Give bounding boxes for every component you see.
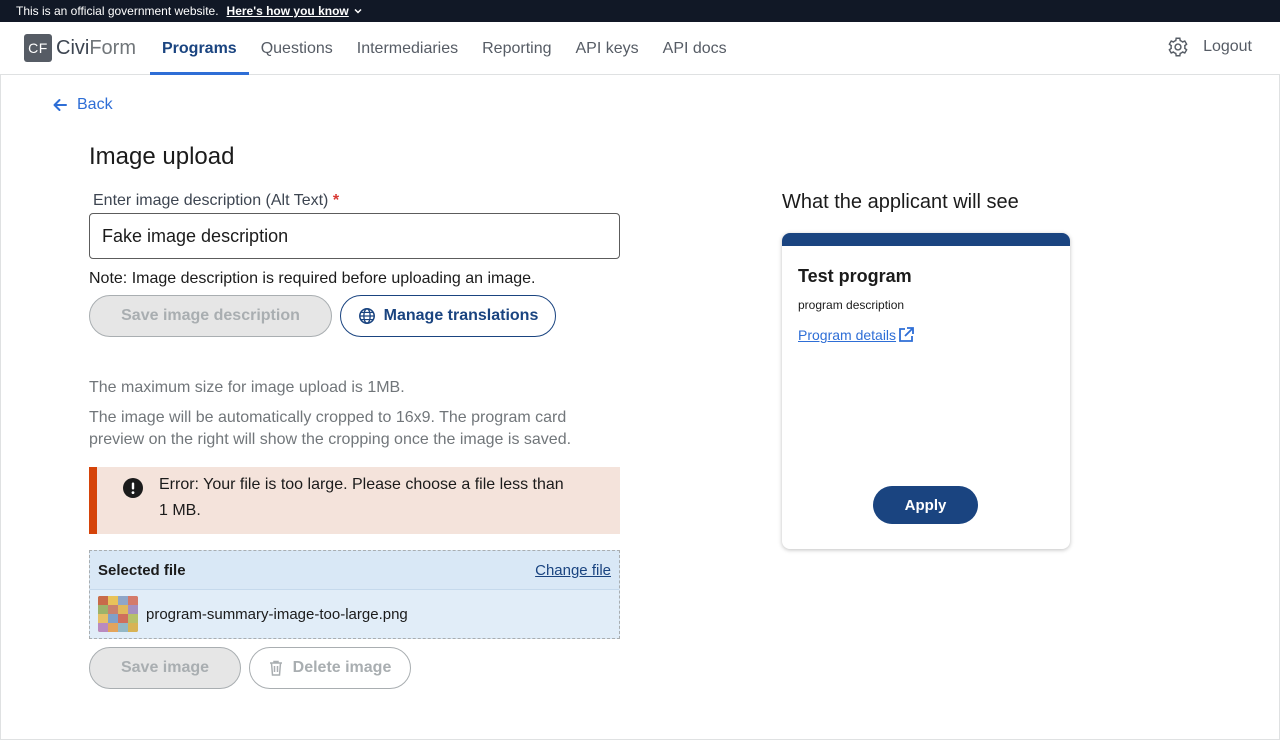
app-header: CF CiviForm Programs Questions Intermedi…: [0, 22, 1280, 75]
logo-form: Form: [89, 36, 137, 59]
logo-badge: CF: [24, 34, 52, 62]
nav-programs[interactable]: Programs: [150, 22, 249, 75]
globe-icon: [358, 308, 375, 324]
gov-banner-text: This is an official government website.: [16, 4, 219, 18]
file-box-header: Selected file Change file: [90, 551, 619, 590]
logout-link[interactable]: Logout: [1203, 38, 1252, 56]
save-image-button[interactable]: Save image: [89, 647, 241, 689]
back-label: Back: [77, 96, 113, 113]
apply-button[interactable]: Apply: [873, 486, 978, 524]
nav-api-keys[interactable]: API keys: [564, 22, 651, 75]
logo-civi: Civi: [56, 36, 90, 59]
nav-api-docs[interactable]: API docs: [651, 22, 739, 75]
nav-intermediaries[interactable]: Intermediaries: [345, 22, 470, 75]
program-details-link[interactable]: Program details: [798, 326, 915, 344]
selected-file-row: program-summary-image-too-large.png: [90, 590, 619, 638]
max-size-hint: The maximum size for image upload is 1MB…: [89, 379, 405, 396]
gov-banner: This is an official government website. …: [0, 0, 1280, 22]
file-thumbnail: [98, 596, 138, 632]
program-title: Test program: [798, 266, 912, 286]
page-title: Image upload: [89, 143, 235, 170]
program-details-label: Program details: [798, 327, 897, 343]
error-message: Error: Your file is too large. Please ch…: [159, 476, 564, 519]
delete-image-label: Delete image: [292, 659, 392, 676]
program-card-preview: Test program program description Program…: [782, 233, 1070, 549]
required-marker: *: [332, 192, 340, 209]
logo-text: CiviForm: [56, 37, 136, 60]
preview-heading: What the applicant will see: [782, 191, 1019, 213]
error-alert: Error: Your file is too large. Please ch…: [89, 467, 620, 534]
alt-text-label: Enter image description (Alt Text) *: [93, 192, 339, 210]
header-actions: Logout: [1167, 36, 1252, 58]
save-image-description-button[interactable]: Save image description: [89, 295, 332, 337]
main-nav: Programs Questions Intermediaries Report…: [150, 22, 739, 75]
change-file-link[interactable]: Change file: [535, 562, 611, 579]
trash-icon: [269, 660, 282, 676]
manage-translations-button[interactable]: Manage translations: [340, 295, 556, 337]
gear-icon[interactable]: [1167, 36, 1189, 58]
alt-text-input[interactable]: [89, 213, 620, 259]
file-input-box[interactable]: Selected file Change file program-summar…: [89, 550, 620, 639]
nav-questions[interactable]: Questions: [249, 22, 345, 75]
civiform-logo[interactable]: CF CiviForm: [24, 34, 136, 62]
card-header-bar: [782, 233, 1070, 246]
crop-hint: The image will be automatically cropped …: [89, 409, 572, 448]
nav-reporting[interactable]: Reporting: [470, 22, 563, 75]
alt-text-note: Note: Image description is required befo…: [89, 270, 536, 287]
alt-text-label-text: Enter image description (Alt Text): [93, 192, 329, 209]
how-you-know-link[interactable]: Here's how you know: [227, 4, 349, 18]
selected-file-name: program-summary-image-too-large.png: [146, 605, 408, 623]
error-icon: [123, 478, 143, 498]
selected-file-label: Selected file: [98, 561, 186, 579]
delete-image-button[interactable]: Delete image: [249, 647, 411, 689]
manage-translations-label: Manage translations: [383, 307, 539, 324]
program-description: program description: [798, 298, 905, 312]
external-link-icon: [899, 327, 914, 342]
arrow-left-icon: [53, 99, 67, 111]
chevron-down-icon[interactable]: [353, 6, 363, 16]
back-link[interactable]: Back: [52, 96, 113, 114]
